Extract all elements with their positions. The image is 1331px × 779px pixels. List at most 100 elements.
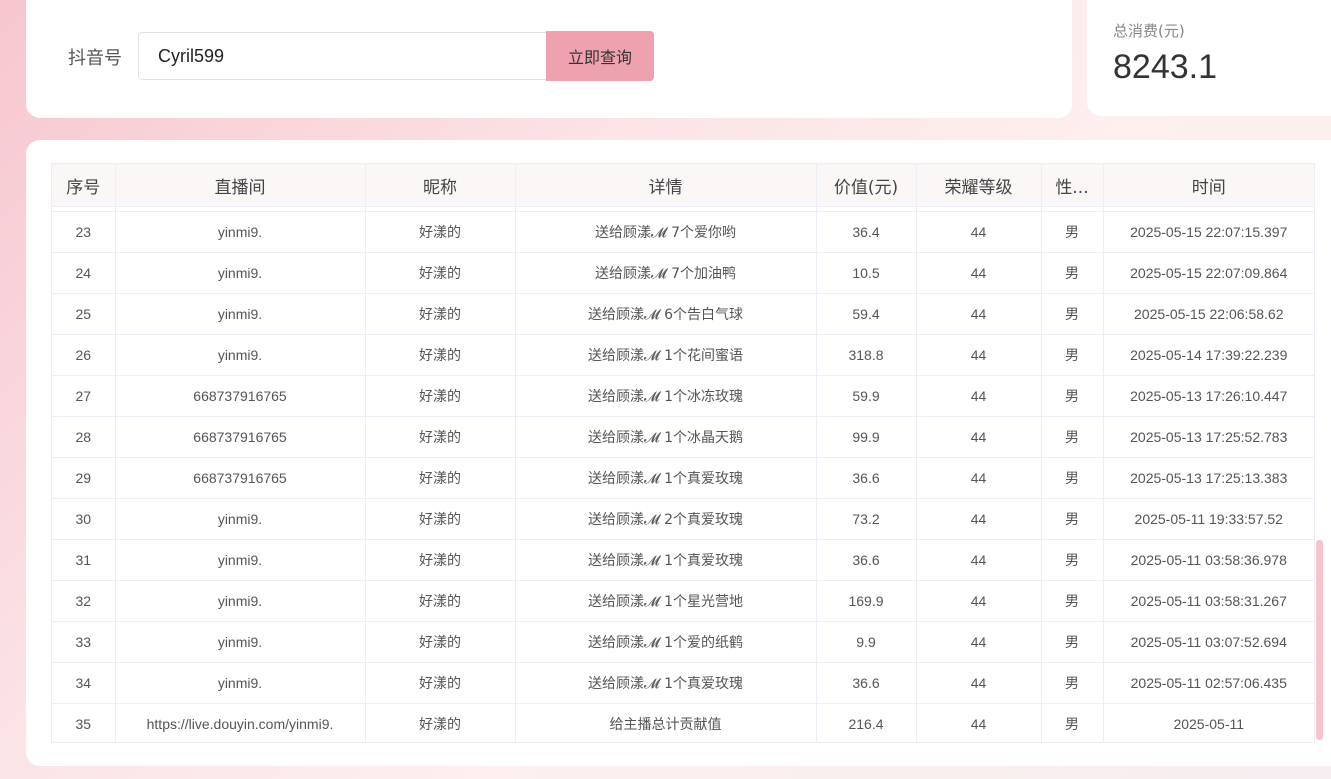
cell-detail: 给主播总计贡献值 — [515, 703, 817, 742]
cell-level: 44 — [916, 252, 1042, 294]
cell-value: 216.4 — [816, 703, 917, 742]
column-header-level[interactable]: 荣耀等级 — [916, 164, 1042, 207]
cell-nickname: 好漾的 — [365, 457, 516, 499]
cell-detail: 送给顾漾𝓜 1个真爱玫瑰 — [515, 662, 817, 704]
douyin-id-input[interactable] — [138, 32, 546, 80]
cell-room[interactable]: 668737916765 — [115, 457, 366, 499]
cell-nickname: 好漾的 — [365, 416, 516, 458]
cell-gender: 男 — [1041, 621, 1104, 663]
cell-value: 99.9 — [816, 416, 917, 458]
cell-detail: 送给顾漾𝓜 7个加油鸭 — [515, 252, 817, 294]
cell-time: 2025-05-11 19:33:57.52 — [1103, 498, 1314, 540]
records-table: 序号 直播间 昵称 详情 价值(元) 荣耀等级 性... 时间 23 yinmi9… — [52, 164, 1314, 742]
cell-index: 33 — [52, 621, 116, 663]
cell-value: 73.2 — [816, 498, 917, 540]
column-header-value[interactable]: 价值(元) — [816, 164, 917, 207]
records-table-container[interactable]: 序号 直播间 昵称 详情 价值(元) 荣耀等级 性... 时间 23 yinmi9… — [51, 163, 1315, 743]
table-row[interactable]: 25 yinmi9. 好漾的 送给顾漾𝓜 6个告白气球 59.4 44 男 2025-05-1… — [52, 293, 1314, 335]
cell-gender: 男 — [1041, 334, 1104, 376]
total-spend-value: 8243.1 — [1113, 48, 1217, 86]
table-row[interactable]: 24 yinmi9. 好漾的 送给顾漾𝓜 7个加油鸭 10.5 44 男 2025-05-15… — [52, 252, 1314, 294]
cell-value: 169.9 — [816, 580, 917, 622]
table-row[interactable]: 23 yinmi9. 好漾的 送给顾漾𝓜 7个爱你哟 36.4 44 男 2025-05-15… — [52, 211, 1314, 253]
cell-index: 25 — [52, 293, 116, 335]
cell-time: 2025-05-13 17:25:13.383 — [1103, 457, 1314, 499]
total-spend-label: 总消费(元) — [1113, 22, 1185, 40]
table-row[interactable]: 26 yinmi9. 好漾的 送给顾漾𝓜 1个花间蜜语 318.8 44 男 2025-05-… — [52, 334, 1314, 376]
table-row[interactable]: 28 668737916765 好漾的 送给顾漾𝓜 1个冰晶天鹅 99.9 44 男 2025… — [52, 416, 1314, 458]
cell-time: 2025-05-11 03:58:36.978 — [1103, 539, 1314, 581]
cell-level: 44 — [916, 539, 1042, 581]
cell-value: 10.5 — [816, 252, 917, 294]
cell-level: 44 — [916, 457, 1042, 499]
cell-detail: 送给顾漾𝓜 2个真爱玫瑰 — [515, 498, 817, 540]
cell-nickname: 好漾的 — [365, 662, 516, 704]
cell-room[interactable]: 668737916765 — [115, 375, 366, 417]
cell-nickname: 好漾的 — [365, 498, 516, 540]
cell-detail: 送给顾漾𝓜 1个真爱玫瑰 — [515, 457, 817, 499]
cell-nickname: 好漾的 — [365, 375, 516, 417]
table-row[interactable]: 32 yinmi9. 好漾的 送给顾漾𝓜 1个星光营地 169.9 44 男 2025-05-… — [52, 580, 1314, 622]
cell-room[interactable]: https://live.douyin.com/yinmi9. — [115, 703, 366, 742]
cell-time: 2025-05-13 17:26:10.447 — [1103, 375, 1314, 417]
table-row[interactable]: 31 yinmi9. 好漾的 送给顾漾𝓜 1个真爱玫瑰 36.6 44 男 2025-05-1… — [52, 539, 1314, 581]
cell-nickname: 好漾的 — [365, 334, 516, 376]
cell-room[interactable]: yinmi9. — [115, 539, 366, 581]
cell-level: 44 — [916, 416, 1042, 458]
cell-room[interactable]: yinmi9. — [115, 334, 366, 376]
cell-value: 36.6 — [816, 662, 917, 704]
cell-nickname: 好漾的 — [365, 621, 516, 663]
table-row[interactable]: 27 668737916765 好漾的 送给顾漾𝓜 1个冰冻玫瑰 59.9 44 男 2025… — [52, 375, 1314, 417]
cell-room[interactable]: yinmi9. — [115, 662, 366, 704]
search-card: 抖音号 立即查询 — [26, 0, 1072, 118]
cell-detail: 送给顾漾𝓜 1个星光营地 — [515, 580, 817, 622]
column-header-time[interactable]: 时间 — [1103, 164, 1314, 207]
cell-index: 26 — [52, 334, 116, 376]
cell-room[interactable]: yinmi9. — [115, 293, 366, 335]
column-header-gender[interactable]: 性... — [1041, 164, 1104, 207]
query-button[interactable]: 立即查询 — [546, 31, 654, 81]
cell-room[interactable]: yinmi9. — [115, 211, 366, 253]
total-spend-card: 总消费(元) 8243.1 — [1087, 0, 1331, 116]
cell-room[interactable]: 668737916765 — [115, 416, 366, 458]
table-row[interactable]: 34 yinmi9. 好漾的 送给顾漾𝓜 1个真爱玫瑰 36.6 44 男 2025-05-1… — [52, 662, 1314, 704]
cell-detail: 送给顾漾𝓜 1个冰冻玫瑰 — [515, 375, 817, 417]
table-row[interactable]: 29 668737916765 好漾的 送给顾漾𝓜 1个真爱玫瑰 36.6 44 男 2025… — [52, 457, 1314, 499]
cell-level: 44 — [916, 662, 1042, 704]
cell-room[interactable]: yinmi9. — [115, 580, 366, 622]
cell-index: 34 — [52, 662, 116, 704]
table-row[interactable]: 33 yinmi9. 好漾的 送给顾漾𝓜 1个爱的纸鹤 9.9 44 男 2025-05-11… — [52, 621, 1314, 663]
cell-nickname: 好漾的 — [365, 211, 516, 253]
cell-value: 9.9 — [816, 621, 917, 663]
cell-index: 24 — [52, 252, 116, 294]
cell-gender: 男 — [1041, 252, 1104, 294]
table-row[interactable]: 35 https://live.douyin.com/yinmi9. 好漾的 给主播总… — [52, 703, 1314, 742]
cell-gender: 男 — [1041, 457, 1104, 499]
column-header-index[interactable]: 序号 — [52, 164, 116, 207]
cell-nickname: 好漾的 — [365, 252, 516, 294]
cell-nickname: 好漾的 — [365, 539, 516, 581]
table-scrollbar-thumb[interactable] — [1316, 540, 1323, 740]
cell-level: 44 — [916, 375, 1042, 417]
table-row[interactable]: 30 yinmi9. 好漾的 送给顾漾𝓜 2个真爱玫瑰 73.2 44 男 2025-05-1… — [52, 498, 1314, 540]
column-header-room[interactable]: 直播间 — [115, 164, 366, 207]
cell-room[interactable]: yinmi9. — [115, 621, 366, 663]
cell-gender: 男 — [1041, 375, 1104, 417]
cell-room[interactable]: yinmi9. — [115, 252, 366, 294]
cell-gender: 男 — [1041, 293, 1104, 335]
cell-detail: 送给顾漾𝓜 6个告白气球 — [515, 293, 817, 335]
cell-nickname: 好漾的 — [365, 703, 516, 742]
cell-level: 44 — [916, 498, 1042, 540]
cell-level: 44 — [916, 703, 1042, 742]
cell-value: 318.8 — [816, 334, 917, 376]
cell-gender: 男 — [1041, 211, 1104, 253]
cell-detail: 送给顾漾𝓜 7个爱你哟 — [515, 211, 817, 253]
cell-room[interactable]: yinmi9. — [115, 498, 366, 540]
cell-value: 59.9 — [816, 375, 917, 417]
cell-index: 35 — [52, 703, 116, 742]
cell-gender: 男 — [1041, 498, 1104, 540]
cell-detail: 送给顾漾𝓜 1个爱的纸鹤 — [515, 621, 817, 663]
column-header-detail[interactable]: 详情 — [515, 164, 817, 207]
column-header-nickname[interactable]: 昵称 — [365, 164, 516, 207]
cell-time: 2025-05-13 17:25:52.783 — [1103, 416, 1314, 458]
